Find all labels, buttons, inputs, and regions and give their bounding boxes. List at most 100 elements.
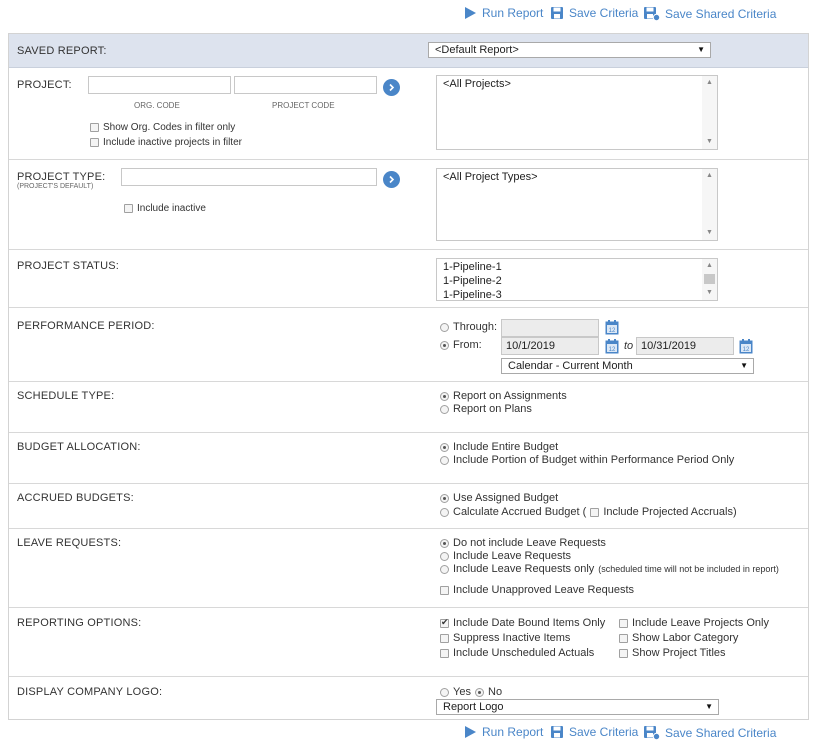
scroll-down-icon[interactable]: ▼ — [702, 287, 717, 299]
no-leave-text: Do not include Leave Requests — [453, 537, 606, 549]
saved-report-select[interactable]: <Default Report> ▼ — [428, 42, 711, 58]
save-shared-icon — [644, 7, 660, 21]
dropdown-arrow-icon: ▼ — [697, 45, 705, 54]
leave-projects-checkbox[interactable] — [619, 618, 628, 628]
save-shared-criteria-button[interactable]: Save Shared Criteria — [643, 725, 776, 740]
schedule-assignments-radio[interactable] — [440, 391, 449, 401]
project-code-caption: PROJECT CODE — [272, 101, 335, 110]
suppress-inactive-option[interactable]: Suppress Inactive Items — [440, 632, 570, 644]
no-leave-radio[interactable] — [440, 538, 449, 548]
through-radio[interactable] — [440, 322, 449, 332]
projected-accruals-checkbox[interactable] — [590, 507, 600, 517]
labor-category-option[interactable]: Show Labor Category — [619, 632, 738, 644]
project-type-sublabel: (PROJECT'S DEFAULT) — [17, 183, 94, 190]
unapproved-leave-checkbox[interactable] — [440, 585, 449, 595]
to-label: to — [624, 340, 634, 352]
run-report-button[interactable]: Run Report — [463, 6, 543, 20]
calculate-accrued-option[interactable]: Calculate Accrued Budget ( Include Proje… — [440, 506, 737, 518]
include-leave-radio[interactable] — [440, 551, 449, 561]
list-item[interactable]: <All Project Types> — [443, 170, 699, 184]
save-criteria-button[interactable]: Save Criteria — [550, 6, 638, 20]
project-listbox-scrollbar[interactable]: ▲ ▼ — [702, 76, 717, 149]
project-type-input[interactable] — [121, 168, 377, 186]
project-code-input[interactable] — [234, 76, 377, 94]
labor-category-checkbox[interactable] — [619, 633, 628, 643]
project-listbox[interactable]: <All Projects> ▲ ▼ — [436, 75, 718, 150]
list-item[interactable]: <All Projects> — [443, 77, 699, 91]
use-assigned-budget-option[interactable]: Use Assigned Budget — [440, 492, 558, 504]
scrollbar-thumb[interactable] — [704, 274, 715, 284]
accrued-budgets-row: ACCRUED BUDGETS: Use Assigned Budget Cal… — [9, 484, 808, 529]
show-org-codes-checkbox[interactable] — [90, 123, 99, 132]
save-criteria-button[interactable]: Save Criteria — [550, 725, 638, 739]
logo-no-option[interactable]: No — [475, 686, 502, 698]
project-type-include-inactive-option[interactable]: Include inactive — [124, 203, 206, 214]
leave-projects-option[interactable]: Include Leave Projects Only — [619, 617, 769, 629]
logo-yes-radio[interactable] — [440, 687, 449, 697]
run-report-button[interactable]: Run Report — [463, 725, 543, 739]
leave-only-option[interactable]: Include Leave Requests only (scheduled t… — [440, 563, 779, 575]
scroll-up-icon[interactable]: ▲ — [702, 77, 717, 89]
portion-budget-option[interactable]: Include Portion of Budget within Perform… — [440, 454, 734, 466]
chevron-right-icon — [389, 175, 395, 184]
dropdown-arrow-icon: ▼ — [740, 361, 748, 370]
calendar-icon[interactable]: 12 — [739, 339, 753, 354]
include-inactive-projects-text: Include inactive projects in filter — [103, 137, 242, 148]
saved-report-label: SAVED REPORT: — [17, 45, 107, 57]
save-shared-criteria-button[interactable]: Save Shared Criteria — [643, 6, 776, 21]
period-preset-select[interactable]: Calendar - Current Month ▼ — [501, 358, 754, 374]
org-code-input[interactable] — [88, 76, 231, 94]
project-titles-checkbox[interactable] — [619, 648, 628, 658]
portion-budget-radio[interactable] — [440, 455, 449, 465]
save-criteria-label: Save Criteria — [569, 6, 639, 20]
unapproved-leave-option[interactable]: Include Unapproved Leave Requests — [440, 584, 634, 596]
project-type-listbox-scrollbar[interactable]: ▲ ▼ — [702, 169, 717, 240]
include-leave-option[interactable]: Include Leave Requests — [440, 550, 571, 562]
use-assigned-budget-radio[interactable] — [440, 493, 449, 503]
unscheduled-actuals-option[interactable]: Include Unscheduled Actuals — [440, 647, 594, 659]
project-titles-option[interactable]: Show Project Titles — [619, 647, 726, 659]
through-option[interactable]: Through: — [440, 321, 497, 333]
period-preset-value: Calendar - Current Month — [508, 360, 633, 372]
project-status-listbox[interactable]: 1-Pipeline-1 1-Pipeline-2 1-Pipeline-3 ▲… — [436, 258, 718, 301]
entire-budget-radio[interactable] — [440, 442, 449, 452]
project-search-button[interactable] — [383, 79, 400, 96]
to-date-input[interactable] — [636, 337, 734, 355]
scroll-up-icon[interactable]: ▲ — [702, 260, 717, 272]
no-leave-option[interactable]: Do not include Leave Requests — [440, 537, 606, 549]
project-type-search-button[interactable] — [383, 171, 400, 188]
project-type-listbox[interactable]: <All Project Types> ▲ ▼ — [436, 168, 718, 241]
logo-no-radio[interactable] — [475, 687, 484, 697]
suppress-inactive-checkbox[interactable] — [440, 633, 449, 643]
scroll-down-icon[interactable]: ▼ — [702, 227, 717, 239]
calendar-icon[interactable]: 12 — [605, 339, 619, 354]
date-bound-checkbox[interactable] — [440, 617, 449, 628]
date-bound-option[interactable]: Include Date Bound Items Only — [440, 617, 605, 629]
performance-period-label: PERFORMANCE PERIOD: — [17, 320, 155, 332]
schedule-plans-radio[interactable] — [440, 404, 449, 414]
list-item[interactable]: 1-Pipeline-1 — [443, 260, 699, 274]
include-inactive-projects-option[interactable]: Include inactive projects in filter — [90, 137, 242, 148]
logo-select[interactable]: Report Logo ▼ — [436, 699, 719, 715]
from-option[interactable]: From: — [440, 339, 482, 351]
unscheduled-actuals-checkbox[interactable] — [440, 648, 449, 658]
show-org-codes-option[interactable]: Show Org. Codes in filter only — [90, 122, 235, 133]
project-status-listbox-scrollbar[interactable]: ▲ ▼ — [702, 259, 717, 300]
schedule-plans-option[interactable]: Report on Plans — [440, 403, 532, 415]
logo-yes-option[interactable]: Yes — [440, 686, 471, 698]
schedule-assignments-option[interactable]: Report on Assignments — [440, 390, 567, 402]
calculate-accrued-radio[interactable] — [440, 507, 449, 517]
list-item[interactable]: 1-Pipeline-2 — [443, 274, 699, 288]
project-type-include-inactive-checkbox[interactable] — [124, 204, 133, 213]
include-inactive-projects-checkbox[interactable] — [90, 138, 99, 147]
calendar-icon[interactable]: 12 — [605, 320, 619, 335]
entire-budget-option[interactable]: Include Entire Budget — [440, 441, 558, 453]
scroll-down-icon[interactable]: ▼ — [702, 136, 717, 148]
leave-only-radio[interactable] — [440, 564, 449, 574]
through-date-input[interactable] — [501, 319, 599, 337]
list-item[interactable]: 1-Pipeline-3 — [443, 288, 699, 300]
save-shared-criteria-label: Save Shared Criteria — [665, 6, 777, 21]
scroll-up-icon[interactable]: ▲ — [702, 170, 717, 182]
from-date-input[interactable] — [501, 337, 599, 355]
from-radio[interactable] — [440, 340, 449, 350]
